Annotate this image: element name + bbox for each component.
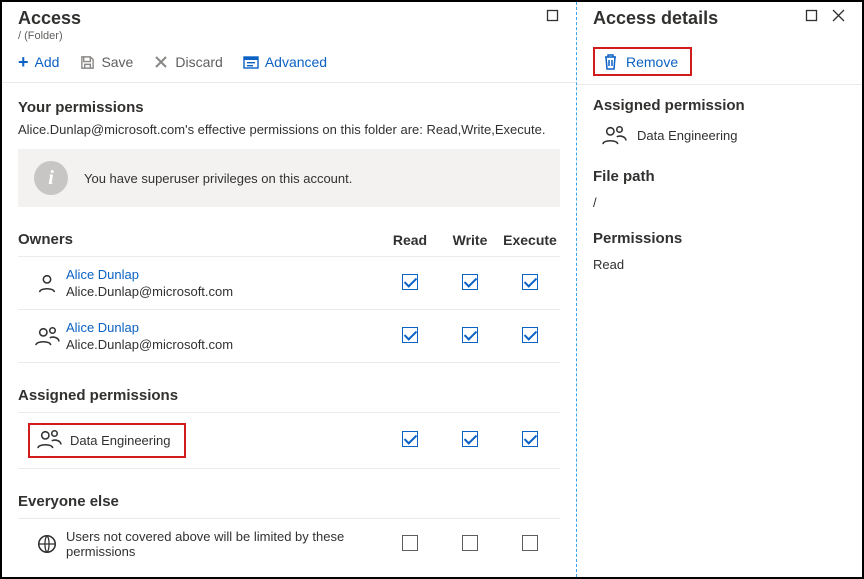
details-header: Access details: [577, 2, 862, 39]
everyone-text: Users not covered above will be limited …: [66, 529, 380, 559]
person-icon: [28, 272, 66, 294]
advanced-button[interactable]: Advanced: [243, 54, 327, 70]
plus-icon: +: [18, 55, 29, 69]
info-banner: You have superuser privileges on this ac…: [18, 149, 560, 207]
save-button[interactable]: Save: [79, 54, 133, 70]
assigned-highlight: Data Engineering: [28, 423, 186, 458]
details-title: Access details: [593, 8, 718, 29]
access-title: Access: [18, 8, 81, 29]
assigned-table: Assigned permissions Data Engineering: [18, 385, 560, 469]
close-icon[interactable]: [831, 8, 846, 23]
details-pane: Access details Remove Assigned permissio…: [576, 2, 862, 577]
execute-checkbox[interactable]: [522, 327, 538, 343]
close-icon: [153, 54, 169, 70]
info-icon: [34, 161, 68, 195]
group-icon: [36, 428, 62, 453]
remove-button[interactable]: Remove: [593, 47, 692, 76]
file-path-value: /: [593, 195, 846, 210]
save-icon: [79, 54, 95, 70]
everyone-row: Users not covered above will be limited …: [18, 518, 560, 569]
access-subtitle: / (Folder): [18, 30, 81, 42]
owner-email: Alice.Dunlap@microsoft.com: [66, 337, 380, 352]
your-permissions-description: Alice.Dunlap@microsoft.com's effective p…: [18, 122, 560, 137]
write-checkbox[interactable]: [462, 535, 478, 551]
group-icon: [28, 325, 66, 347]
access-pane: Access / (Folder) + Add Save: [2, 2, 576, 577]
permissions-heading: Permissions: [593, 230, 846, 247]
permissions-value: Read: [593, 257, 846, 272]
assigned-permission-name: Data Engineering: [637, 128, 737, 143]
owners-row[interactable]: Alice Dunlap Alice.Dunlap@microsoft.com: [18, 256, 560, 309]
read-checkbox[interactable]: [402, 327, 418, 343]
assigned-permission-item: Data Engineering: [601, 124, 846, 146]
owners-heading: Owners: [18, 231, 380, 248]
assigned-heading: Assigned permissions: [18, 387, 380, 404]
col-execute: Execute: [500, 232, 560, 248]
file-path-heading: File path: [593, 168, 846, 185]
owner-name: Alice Dunlap: [66, 320, 380, 335]
command-bar: + Add Save Discard Advanced: [2, 44, 576, 83]
owners-row[interactable]: Alice Dunlap Alice.Dunlap@microsoft.com: [18, 309, 560, 362]
access-body: Your permissions Alice.Dunlap@microsoft.…: [2, 83, 576, 577]
advanced-icon: [243, 54, 259, 70]
write-checkbox[interactable]: [462, 431, 478, 447]
write-checkbox[interactable]: [462, 274, 478, 290]
owners-table: Owners Read Write Execute Alice Dunlap A…: [18, 229, 560, 363]
details-command-bar: Remove: [577, 39, 862, 85]
everyone-table: Everyone else Users not covered above wi…: [18, 491, 560, 569]
trash-icon: [603, 53, 618, 70]
write-checkbox[interactable]: [462, 327, 478, 343]
assigned-row[interactable]: Data Engineering: [18, 412, 560, 468]
read-checkbox[interactable]: [402, 431, 418, 447]
owner-name: Alice Dunlap: [66, 267, 380, 282]
execute-checkbox[interactable]: [522, 431, 538, 447]
info-banner-text: You have superuser privileges on this ac…: [84, 171, 352, 186]
owner-email: Alice.Dunlap@microsoft.com: [66, 284, 380, 299]
globe-icon: [28, 533, 66, 555]
maximize-icon[interactable]: [804, 8, 819, 23]
col-read: Read: [380, 232, 440, 248]
assigned-permission-heading: Assigned permission: [593, 97, 846, 114]
col-write: Write: [440, 232, 500, 248]
discard-button[interactable]: Discard: [153, 54, 222, 70]
your-permissions-heading: Your permissions: [18, 99, 560, 116]
assigned-name: Data Engineering: [70, 433, 170, 448]
read-checkbox[interactable]: [402, 535, 418, 551]
group-icon: [601, 124, 627, 146]
everyone-heading: Everyone else: [18, 493, 380, 510]
read-checkbox[interactable]: [402, 274, 418, 290]
details-body: Assigned permission Data Engineering Fil…: [577, 85, 862, 304]
execute-checkbox[interactable]: [522, 535, 538, 551]
maximize-icon[interactable]: [545, 8, 560, 23]
execute-checkbox[interactable]: [522, 274, 538, 290]
access-header: Access / (Folder): [2, 2, 576, 44]
add-button[interactable]: + Add: [18, 54, 59, 70]
